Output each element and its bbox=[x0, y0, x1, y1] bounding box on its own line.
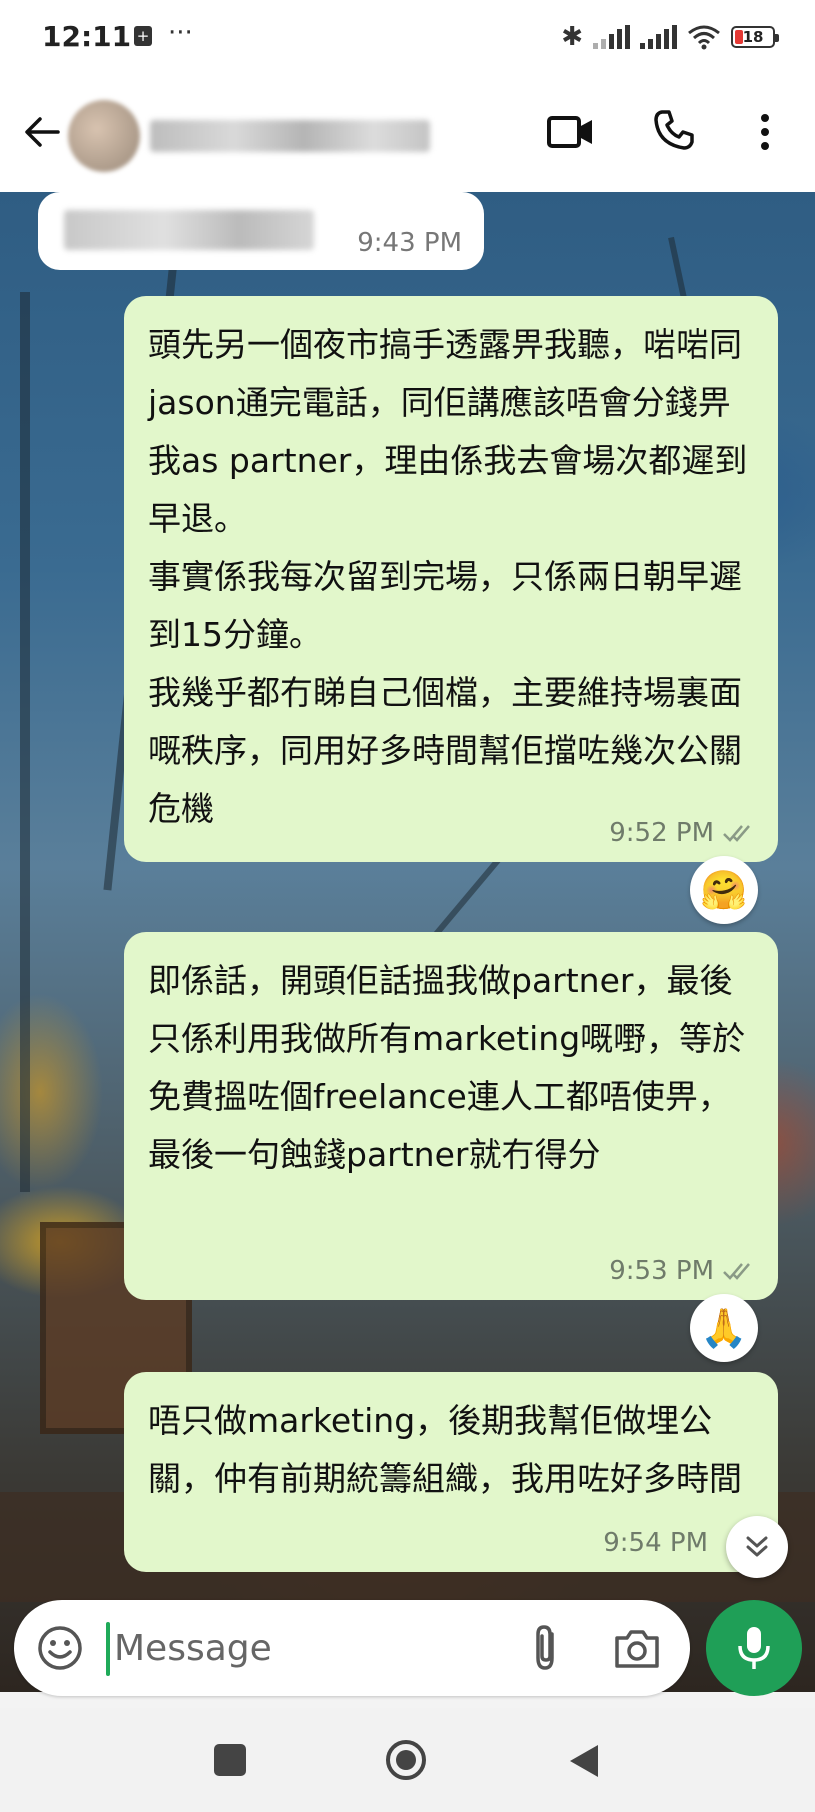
message-meta: 9:53 PM bbox=[609, 1256, 756, 1286]
home-button[interactable] bbox=[384, 1738, 428, 1782]
read-ticks-icon bbox=[723, 825, 750, 842]
message-reaction[interactable]: 🤗 bbox=[690, 856, 758, 924]
message-bubble-outgoing[interactable]: 唔只做marketing，後期我幫佢做埋公關，仲有前期統籌組織，我用咗好多時間 … bbox=[124, 1372, 778, 1572]
back-arrow-icon[interactable] bbox=[20, 110, 64, 154]
chat-header: ████ ████ ████ bbox=[0, 80, 815, 192]
battery-level: 18 bbox=[742, 28, 764, 46]
contact-name[interactable]: ████ ████ ████ bbox=[150, 120, 430, 152]
scroll-to-bottom-button[interactable] bbox=[726, 1516, 788, 1578]
double-chevron-down-icon bbox=[746, 1536, 768, 1557]
paperclip-icon[interactable] bbox=[522, 1622, 572, 1674]
contact-avatar[interactable] bbox=[68, 100, 140, 172]
notification-icon: + bbox=[134, 26, 152, 46]
message-time: 9:53 PM bbox=[609, 1256, 714, 1286]
recent-apps-button[interactable] bbox=[214, 1744, 246, 1776]
message-text-blurred: ██████ bbox=[64, 210, 314, 250]
message-input[interactable] bbox=[114, 1614, 514, 1682]
read-ticks-icon bbox=[723, 1263, 750, 1280]
voice-message-button[interactable] bbox=[706, 1600, 802, 1696]
message-bubble-incoming[interactable]: ██████ 9:43 PM bbox=[38, 192, 484, 270]
system-navigation-bar bbox=[0, 1708, 815, 1812]
status-time: 12:11 bbox=[42, 20, 132, 53]
message-bubble-outgoing[interactable]: 即係話，開頭佢話搵我做partner，最後只係利用我做所有marketing嘅嘢… bbox=[124, 932, 778, 1300]
message-text: 唔只做marketing，後期我幫佢做埋公關，仲有前期統籌組織，我用咗好多時間 bbox=[148, 1401, 742, 1498]
signal-2-icon bbox=[640, 25, 677, 49]
status-indicators: ✱ 18 bbox=[561, 22, 779, 52]
message-meta: 9:52 PM bbox=[609, 818, 756, 848]
message-meta: 9:54 PM bbox=[603, 1528, 708, 1558]
more-notifications-indicator: ··· bbox=[168, 18, 193, 48]
message-meta: 9:43 PM bbox=[357, 228, 462, 258]
message-composer bbox=[14, 1600, 690, 1696]
text-cursor bbox=[106, 1622, 110, 1676]
more-options-icon[interactable] bbox=[752, 110, 778, 154]
message-text: ██████ bbox=[64, 210, 314, 250]
battery-icon: 18 bbox=[731, 26, 779, 48]
status-bar: 12:11 + ··· ✱ 18 bbox=[0, 0, 815, 80]
message-text: 頭先另一個夜市搞手透露畀我聽，啱啱同jason通完電話，同佢講應該唔會分錢畀我a… bbox=[148, 325, 748, 828]
message-bubble-outgoing[interactable]: 頭先另一個夜市搞手透露畀我聽，啱啱同jason通完電話，同佢講應該唔會分錢畀我a… bbox=[124, 296, 778, 862]
wifi-icon bbox=[688, 25, 720, 50]
bluetooth-icon: ✱ bbox=[561, 22, 583, 52]
signal-1-icon bbox=[593, 25, 630, 49]
background-branch bbox=[20, 292, 30, 1192]
message-time: 9:43 PM bbox=[357, 228, 462, 258]
message-time: 9:54 PM bbox=[603, 1528, 708, 1558]
video-call-icon[interactable] bbox=[546, 112, 596, 152]
message-reaction[interactable]: 🙏 bbox=[690, 1294, 758, 1362]
emoji-icon[interactable] bbox=[36, 1624, 84, 1672]
microphone-icon bbox=[738, 1627, 770, 1669]
message-time: 9:52 PM bbox=[609, 818, 714, 848]
camera-icon[interactable] bbox=[612, 1624, 662, 1672]
back-button[interactable] bbox=[566, 1742, 602, 1780]
message-text: 即係話，開頭佢話搵我做partner，最後只係利用我做所有marketing嘅嘢… bbox=[148, 961, 746, 1174]
voice-call-icon[interactable] bbox=[652, 108, 696, 152]
